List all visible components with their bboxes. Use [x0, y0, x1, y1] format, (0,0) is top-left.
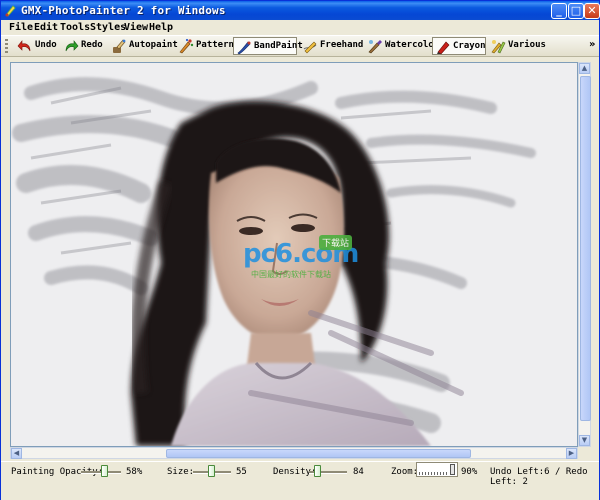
maximize-button[interactable]: □ [568, 3, 584, 19]
bandpaint-icon [237, 41, 251, 55]
zoom-ticks [419, 472, 449, 475]
toolbar: Undo Redo Autopaint Pattern BandPaint Fr… [1, 35, 599, 57]
status-bar: Painting Opacity: 58% Size: 55 Density: … [1, 461, 599, 500]
undo-button[interactable]: Undo [15, 37, 57, 55]
pattern-button[interactable]: Pattern [176, 37, 234, 55]
zoom-label: Zoom: [391, 467, 419, 477]
freehand-label: Freehand [320, 40, 364, 50]
menu-bar: File Edit Tools Styles View Help [1, 20, 599, 35]
painting-opacity-value: 58% [126, 467, 143, 477]
menu-view[interactable]: View [124, 22, 148, 33]
watercolor-button[interactable]: Watercolor [365, 37, 439, 55]
bandpaint-label: BandPaint [254, 41, 303, 51]
menu-help[interactable]: Help [149, 22, 173, 33]
scroll-up-arrow-icon[interactable]: ▲ [579, 63, 590, 74]
menu-edit[interactable]: Edit [34, 22, 58, 33]
redo-button[interactable]: Redo [61, 37, 103, 55]
menu-file[interactable]: File [9, 22, 33, 33]
horizontal-scroll-thumb[interactable] [166, 449, 471, 458]
maximize-icon: □ [570, 4, 582, 17]
freehand-button[interactable]: Freehand [300, 37, 363, 55]
density-slider[interactable] [309, 465, 347, 479]
app-icon [5, 5, 16, 17]
slider-thumb[interactable] [208, 465, 215, 477]
minimize-icon: _ [556, 4, 562, 17]
slider-thumb[interactable] [101, 465, 108, 477]
crayon-icon [437, 41, 450, 55]
scroll-left-arrow-icon[interactable]: ◀ [11, 448, 22, 459]
app-window: GMX-PhotoPainter 2 for Windows _ □ ✕ Fil… [0, 0, 600, 500]
menu-styles[interactable]: Styles [90, 22, 126, 33]
zoom-value: 90% [461, 467, 478, 477]
size-label: Size: [167, 467, 195, 477]
title-bar[interactable]: GMX-PhotoPainter 2 for Windows _ □ ✕ [1, 1, 600, 20]
painting-opacity-slider[interactable] [81, 465, 121, 479]
watermark-logo: pc6.com 下载站 中国最好的软件下载站 [243, 235, 373, 283]
autopaint-label: Autopaint [129, 40, 178, 50]
undo-arrow-icon [17, 40, 31, 52]
size-value: 55 [236, 467, 247, 477]
various-tools-icon [491, 40, 506, 54]
redo-arrow-icon [65, 40, 79, 52]
redo-label: Redo [81, 40, 103, 50]
watermark-badge: 下载站 [319, 235, 353, 250]
crayon-label: Crayon [453, 41, 486, 51]
various-label: Various [508, 40, 546, 50]
scroll-down-arrow-icon[interactable]: ▼ [579, 435, 590, 446]
zoom-thumb[interactable] [450, 464, 455, 475]
close-button[interactable]: ✕ [584, 3, 600, 19]
density-value: 84 [353, 467, 364, 477]
zoom-slider[interactable] [416, 462, 458, 477]
pattern-brush-icon [179, 38, 194, 54]
bandpaint-button[interactable]: BandPaint [233, 37, 303, 55]
painting-canvas[interactable]: pc6.com 下载站 中国最好的软件下载站 [10, 62, 578, 447]
horizontal-scrollbar[interactable]: ◀ ▶ [10, 447, 578, 459]
autopaint-button[interactable]: Autopaint [109, 37, 178, 55]
undo-redo-counter: Undo Left:6 / Redo Left: 2 [490, 467, 588, 487]
scroll-right-arrow-icon[interactable]: ▶ [566, 448, 577, 459]
minimize-button[interactable]: _ [551, 3, 567, 19]
close-icon: ✕ [587, 4, 597, 17]
menu-tools[interactable]: Tools [60, 22, 90, 33]
slider-thumb[interactable] [314, 465, 321, 477]
autopaint-brush-icon [113, 39, 126, 53]
watermark-subtext: 中国最好的软件下载站 [251, 270, 331, 279]
freehand-pencil-icon [303, 41, 317, 54]
toolbar-overflow-button[interactable]: » [589, 39, 595, 50]
toolbar-grip[interactable] [5, 39, 8, 53]
vertical-scrollbar[interactable]: ▲ ▼ [578, 62, 591, 447]
pattern-label: Pattern [196, 40, 234, 50]
crayon-button[interactable]: Crayon [432, 37, 486, 55]
watercolor-brush-icon [368, 40, 382, 54]
vertical-scroll-thumb[interactable] [580, 76, 591, 421]
window-title: GMX-PhotoPainter 2 for Windows [21, 4, 226, 17]
various-button[interactable]: Various [488, 37, 546, 55]
size-slider[interactable] [193, 465, 231, 479]
undo-label: Undo [35, 40, 57, 50]
